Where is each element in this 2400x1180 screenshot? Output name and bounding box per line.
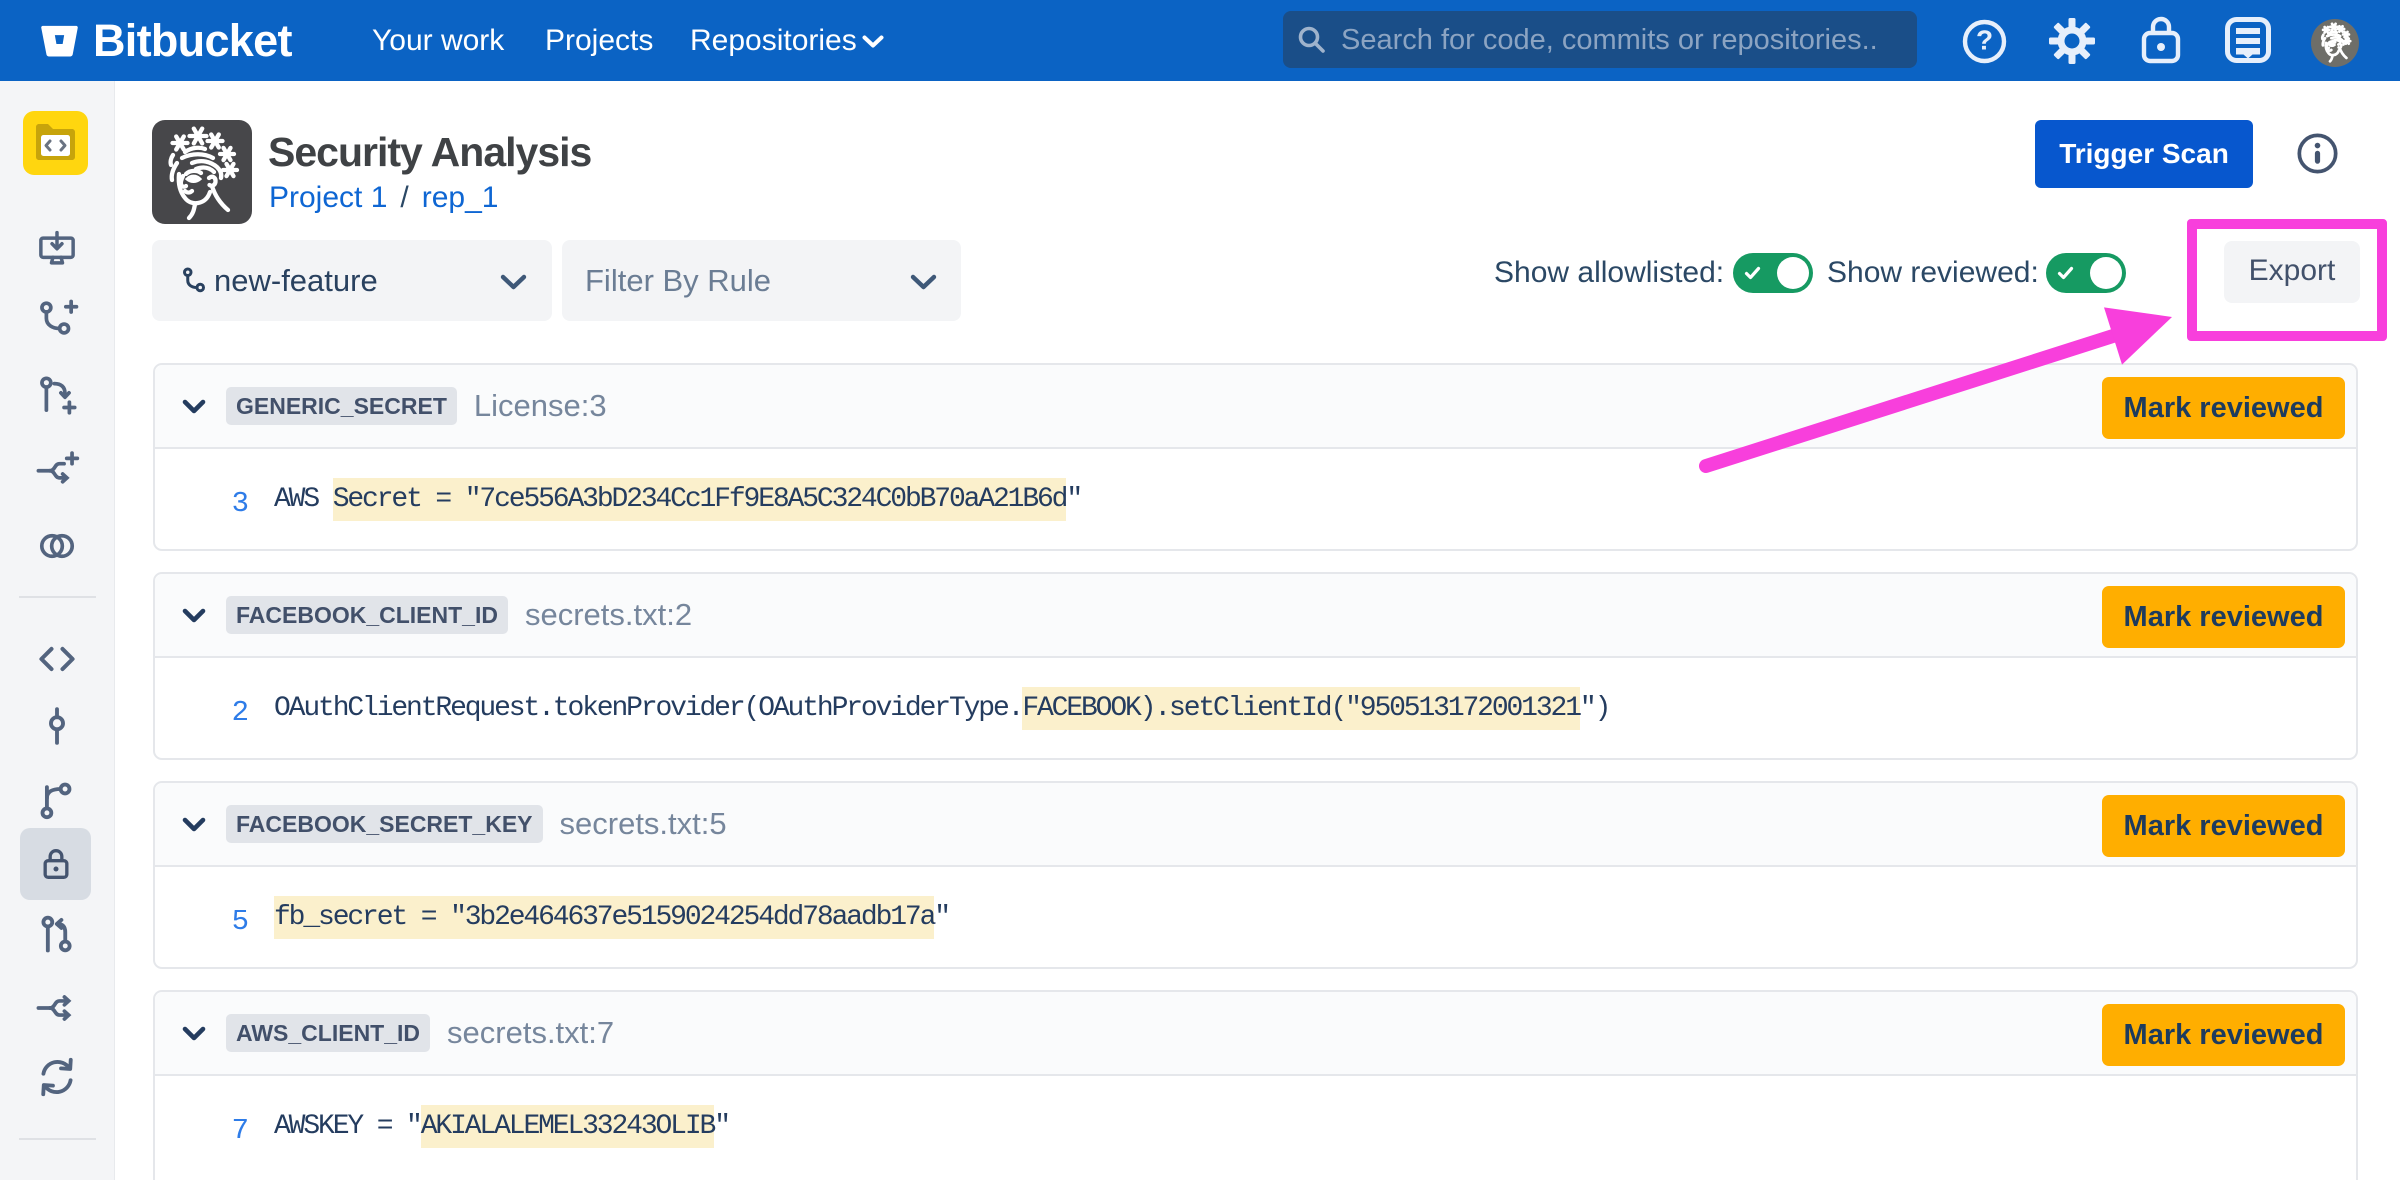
svg-text:?: ?	[1976, 25, 1993, 56]
